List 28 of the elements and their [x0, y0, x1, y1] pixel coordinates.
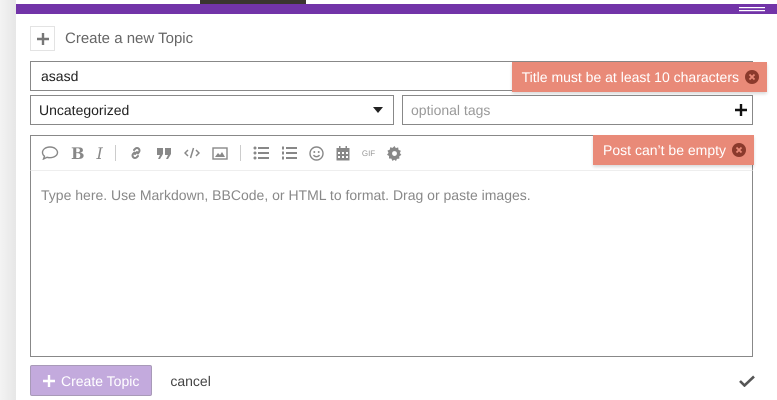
plus-icon[interactable]: [735, 104, 747, 116]
grip-icon[interactable]: [739, 6, 765, 12]
calendar-icon[interactable]: [336, 146, 350, 160]
bullet-list-icon[interactable]: [252, 146, 269, 160]
caret-icon: [373, 107, 383, 113]
gif-button[interactable]: GIF: [362, 148, 376, 158]
plus-icon: [36, 32, 48, 44]
plus-icon: [43, 374, 55, 386]
italic-button[interactable]: I: [96, 144, 103, 162]
tags-input-field[interactable]: optional tags: [402, 95, 753, 125]
category-dropdown[interactable]: Uncategorized: [30, 95, 394, 125]
numbered-list-icon[interactable]: [280, 146, 297, 160]
image-icon[interactable]: [212, 146, 228, 160]
close-icon[interactable]: [745, 70, 759, 84]
close-icon[interactable]: [732, 143, 746, 157]
checkmark-icon: [739, 374, 755, 386]
smiley-icon[interactable]: [308, 146, 324, 160]
bold-button[interactable]: B: [71, 144, 85, 162]
error-message: Title must be at least 10 characters: [522, 69, 739, 85]
cancel-link[interactable]: cancel: [170, 372, 211, 388]
add-button[interactable]: [30, 26, 55, 51]
quote-icon[interactable]: [156, 146, 172, 160]
code-icon[interactable]: [184, 147, 200, 159]
gear-icon[interactable]: [387, 146, 402, 160]
speech-bubble-icon[interactable]: [41, 146, 59, 160]
post-text-area[interactable]: Type here. Use Markdown, BBCode, or HTML to format. Drag or paste images.: [30, 171, 753, 357]
error-message: Post can’t be empty: [603, 142, 726, 158]
composer-heading: Create a new Topic: [65, 30, 194, 47]
